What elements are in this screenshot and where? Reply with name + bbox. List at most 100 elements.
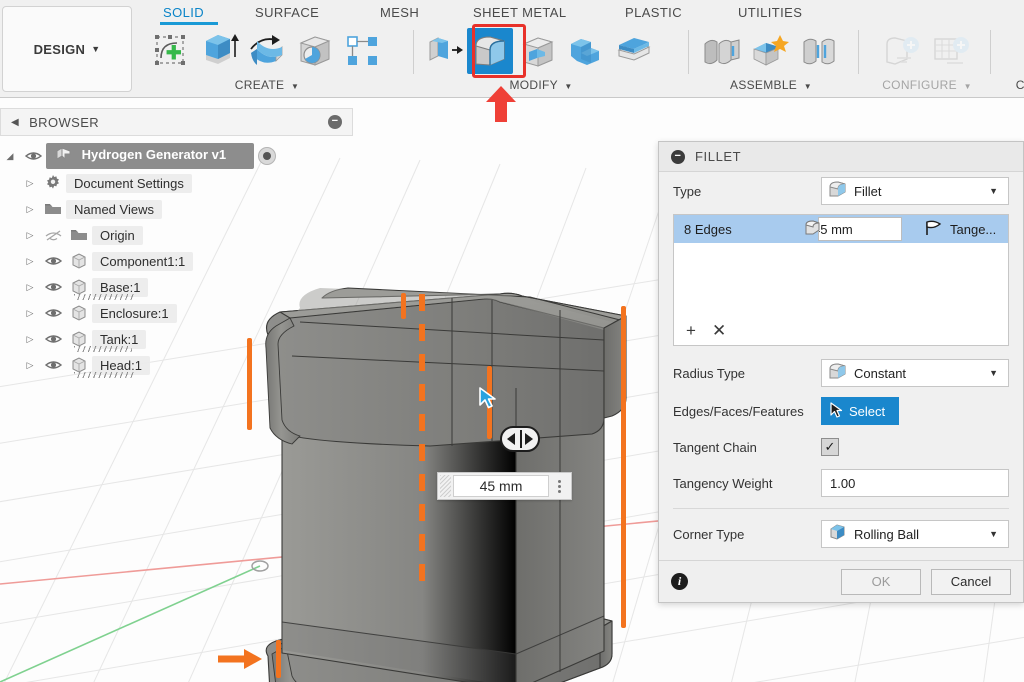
ok-button[interactable]: OK <box>841 568 921 595</box>
pattern-icon[interactable] <box>340 28 386 74</box>
joint-icon[interactable] <box>748 28 794 74</box>
mouse-cursor-icon <box>479 387 496 409</box>
ribbon-group-create: CREATE ▼ <box>148 26 386 92</box>
selection-tangent-group[interactable]: Tange... <box>924 220 996 239</box>
dialog-title-bar: − FILLET <box>659 142 1023 172</box>
tab-utilities[interactable]: UTILITIES <box>738 5 802 20</box>
selection-radius-input[interactable]: 45 mm <box>818 217 902 241</box>
expand-triangle-icon[interactable]: ◢ <box>0 151 20 162</box>
visibility-eye-icon[interactable] <box>40 333 66 345</box>
new-component-icon[interactable] <box>700 28 746 74</box>
expand-triangle-icon[interactable]: ▷ <box>20 230 40 241</box>
tree-item-enclosure[interactable]: ▷ Enclosure:1 <box>0 300 353 326</box>
selection-list[interactable]: 8 Edges 45 mm Tange... + ✕ <box>673 214 1009 346</box>
tree-item-named-views[interactable]: ▷ Named Views <box>0 196 353 222</box>
type-dropdown[interactable]: Fillet ▼ <box>821 177 1009 205</box>
tab-mesh[interactable]: MESH <box>380 5 419 20</box>
workspace-selector-button[interactable]: DESIGN ▼ <box>2 6 132 92</box>
expand-triangle-icon[interactable]: ▷ <box>20 204 40 215</box>
dialog-divider <box>673 508 1009 509</box>
fillet-dialog: − FILLET Type Fillet ▼ 8 Edges 45 mm <box>658 141 1024 603</box>
edges-faces-label: Edges/Faces/Features <box>673 403 804 419</box>
tree-item-label: Head:1 <box>74 355 150 378</box>
as-built-joint-icon[interactable] <box>796 28 842 74</box>
expand-triangle-icon[interactable]: ▷ <box>20 334 40 345</box>
canvas-radius-input-group[interactable]: 45 mm <box>437 472 572 500</box>
selection-row[interactable]: 8 Edges 45 mm Tange... <box>674 215 1008 243</box>
ribbon-divider <box>990 30 991 74</box>
visibility-eye-icon[interactable] <box>20 150 46 162</box>
tree-item-component1[interactable]: ▷ Component1:1 <box>0 248 353 274</box>
visibility-eye-hidden-icon[interactable] <box>40 229 66 242</box>
tab-surface[interactable]: SURFACE <box>255 5 319 20</box>
tree-item-tank[interactable]: ▷ Tank:1 <box>0 326 353 352</box>
corner-type-label: Corner Type <box>673 526 745 542</box>
tree-item-hydrogen-generator[interactable]: ◢ Hydrogen Generator v1 <box>0 142 353 170</box>
tree-item-origin[interactable]: ▷ Origin <box>0 222 353 248</box>
visibility-eye-icon[interactable] <box>40 307 66 319</box>
fillet-button[interactable] <box>467 28 513 74</box>
arrow-left-icon <box>507 433 515 445</box>
tree-item-label[interactable]: Hydrogen Generator v1 <box>46 143 255 169</box>
dialog-collapse-icon[interactable]: − <box>671 149 685 164</box>
select-button[interactable]: Select <box>821 397 900 425</box>
tree-item-label: Base:1 <box>73 277 149 300</box>
tab-sheet-metal[interactable]: SHEET METAL <box>473 5 567 20</box>
drag-grip-icon[interactable] <box>440 475 451 497</box>
expand-triangle-icon[interactable]: ▷ <box>20 256 40 267</box>
tree-item-label: Component1:1 <box>92 251 194 271</box>
construct-icon[interactable] <box>1002 28 1024 74</box>
tree-item-text: Hydrogen Generator v1 <box>81 147 227 162</box>
tree-item-base[interactable]: ▷ Base:1 <box>0 274 353 300</box>
fusion360-window: 45 mm DESIGN ▼ SOLID SURFACE MESH SHEET … <box>0 0 1024 682</box>
extrude-icon[interactable] <box>196 28 242 74</box>
browser-title: BROWSER <box>29 114 100 130</box>
info-icon[interactable]: i <box>671 573 688 590</box>
tree-item-head[interactable]: ▷ Head:1 <box>0 352 353 378</box>
fillet-icon <box>804 219 822 239</box>
tab-solid[interactable]: SOLID <box>163 5 204 20</box>
select-button-label: Select <box>849 403 886 419</box>
chevron-down-icon: ▼ <box>803 82 812 91</box>
visibility-eye-icon[interactable] <box>40 255 66 267</box>
row-radius-type: Radius Type Constant ▼ <box>659 354 1023 392</box>
browser-header: ◀ BROWSER − <box>0 108 353 136</box>
corner-type-dropdown[interactable]: Rolling Ball ▼ <box>821 520 1009 548</box>
expand-triangle-icon[interactable]: ▷ <box>20 360 40 371</box>
combine-icon[interactable] <box>563 28 609 74</box>
chevron-down-icon: ▼ <box>989 529 998 539</box>
radius-type-dropdown[interactable]: Constant ▼ <box>821 359 1009 387</box>
press-pull-icon[interactable] <box>425 28 465 74</box>
remove-selection-button[interactable]: ✕ <box>712 322 726 339</box>
workspace-label: DESIGN <box>33 41 86 57</box>
cursor-arrow-icon <box>829 401 843 421</box>
visibility-eye-icon[interactable] <box>40 359 66 371</box>
hole-icon[interactable] <box>292 28 338 74</box>
collapse-panel-icon[interactable]: ◀ <box>11 117 19 128</box>
expand-triangle-icon[interactable]: ▷ <box>20 178 40 189</box>
selection-edges-label: 8 Edges <box>684 221 732 237</box>
activate-component-radio[interactable] <box>258 147 277 165</box>
canvas-radius-input[interactable]: 45 mm <box>453 475 549 497</box>
canvas-more-options-icon[interactable] <box>549 475 569 497</box>
tree-item-document-settings[interactable]: ▷ Document Settings <box>0 170 353 196</box>
expand-triangle-icon[interactable]: ▷ <box>20 308 40 319</box>
shell-icon[interactable] <box>515 28 561 74</box>
tangent-chain-checkbox[interactable]: ✓ <box>821 438 839 456</box>
tree-item-label: Enclosure:1 <box>92 303 177 323</box>
revolve-icon[interactable] <box>244 28 290 74</box>
offset-face-icon[interactable] <box>611 28 657 74</box>
visibility-eye-icon[interactable] <box>40 281 66 293</box>
minimize-icon[interactable]: − <box>328 115 342 129</box>
row-tangent-chain: Tangent Chain ✓ <box>659 430 1023 464</box>
drag-handle-manipulator[interactable] <box>500 426 540 452</box>
selection-tangent-label: Tange... <box>950 221 997 237</box>
tree-item-label: Document Settings <box>66 173 192 193</box>
expand-triangle-icon[interactable]: ▷ <box>20 282 40 293</box>
tab-plastic[interactable]: PLASTIC <box>625 5 682 20</box>
add-selection-button[interactable]: + <box>686 322 696 339</box>
cancel-button[interactable]: Cancel <box>931 568 1011 595</box>
tangency-weight-input[interactable]: 1.00 <box>821 469 1009 497</box>
ribbon-group-construct: CO <box>1002 26 1024 92</box>
create-sketch-icon[interactable] <box>148 28 194 74</box>
